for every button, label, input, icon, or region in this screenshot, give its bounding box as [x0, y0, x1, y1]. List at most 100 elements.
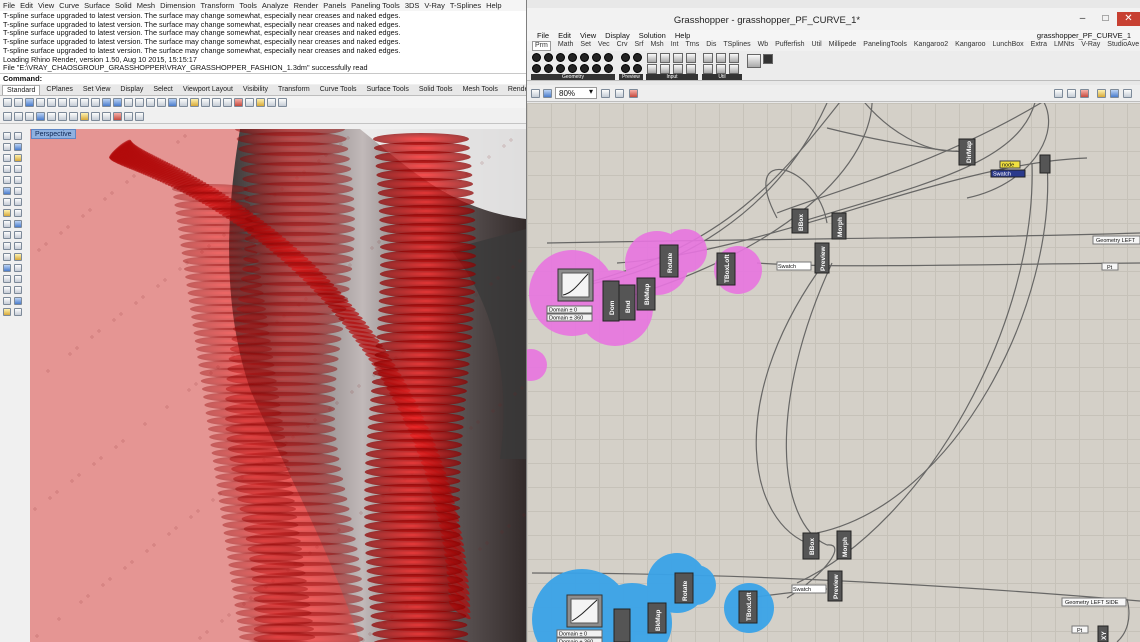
preview-wire-icon[interactable]: [1054, 89, 1063, 98]
preview-param-icon[interactable]: [633, 53, 642, 62]
help-icon[interactable]: [278, 97, 287, 107]
preview-param-icon[interactable]: [621, 64, 630, 73]
ellipse-icon[interactable]: [14, 165, 22, 173]
gh-tab-extra[interactable]: Extra: [1031, 41, 1047, 51]
layer-icon[interactable]: [245, 97, 254, 107]
shade-icon[interactable]: [201, 97, 210, 107]
gh-tab-kangaroo[interactable]: Kangaroo: [955, 41, 985, 51]
gh-tab-lmnts[interactable]: LMNts: [1054, 41, 1074, 51]
rhino-tab-render-to[interactable]: Render To: [504, 85, 526, 95]
param-icon[interactable]: [544, 64, 553, 73]
new-file-icon[interactable]: [3, 97, 12, 107]
data-dam-icon[interactable]: [716, 64, 726, 74]
paste-icon[interactable]: [80, 97, 89, 107]
material-icon[interactable]: [256, 97, 265, 107]
join-icon[interactable]: [3, 275, 11, 283]
vray-render-icon[interactable]: [113, 112, 122, 121]
gh-menu-item-edit[interactable]: Edit: [558, 31, 571, 40]
rhino-menu-item-view[interactable]: View: [38, 1, 54, 10]
rhino-tab-display[interactable]: Display: [116, 85, 147, 95]
perspective-viewport[interactable]: [30, 129, 526, 642]
gh-document-name[interactable]: grasshopper_PF_CURVE_1: [1037, 30, 1131, 41]
zoom-selected-icon[interactable]: [157, 97, 166, 107]
undo-icon[interactable]: [91, 97, 100, 107]
preview-param-icon[interactable]: [633, 64, 642, 73]
gh-tab-msh[interactable]: Msh: [650, 41, 663, 51]
gh-menu-item-help[interactable]: Help: [675, 31, 690, 40]
vray-frame-icon[interactable]: [135, 112, 144, 121]
rhino-tab-set-view[interactable]: Set View: [79, 85, 115, 95]
preview-shaded-icon[interactable]: [1067, 89, 1076, 98]
gh-tab-panelingtools[interactable]: PanelingTools: [863, 41, 907, 51]
history-icon[interactable]: [14, 112, 23, 121]
button-icon[interactable]: [686, 53, 696, 63]
param-icon[interactable]: [556, 64, 565, 73]
gh-tab-math[interactable]: Math: [558, 41, 574, 51]
rhino-tab-solid-tools[interactable]: Solid Tools: [415, 85, 457, 95]
gh-tab-prm[interactable]: Prm: [532, 41, 551, 51]
gh-canvas[interactable]: Dom Bnd BkMap Rotate TBoxLoft Preview BB…: [527, 103, 1140, 642]
record-icon[interactable]: [36, 112, 45, 121]
rhino-menu-item-dimension[interactable]: Dimension: [160, 1, 195, 10]
solid-icon[interactable]: [14, 198, 22, 206]
polyline-icon[interactable]: [14, 143, 22, 151]
rhino-menu-item-v-ray[interactable]: V-Ray: [424, 1, 444, 10]
rhino-menu-item-render[interactable]: Render: [294, 1, 319, 10]
rectangle-icon[interactable]: [3, 176, 11, 184]
cplane-icon[interactable]: [190, 97, 199, 107]
copy-icon[interactable]: [69, 97, 78, 107]
gh-tab-int[interactable]: Int: [671, 41, 679, 51]
zoom-icon[interactable]: [124, 97, 133, 107]
graph-mapper-icon[interactable]: [660, 64, 670, 74]
cluster-icon[interactable]: [716, 53, 726, 63]
zoom-window-icon[interactable]: [135, 97, 144, 107]
rhino-menu-item-solid[interactable]: Solid: [115, 1, 132, 10]
polygon-icon[interactable]: [14, 176, 22, 184]
rhino-tab-surface-tools[interactable]: Surface Tools: [363, 85, 413, 95]
chevron-down-icon[interactable]: ▾: [589, 87, 593, 96]
gh-tab-crv[interactable]: Crv: [617, 41, 628, 51]
rhino-menu-item-mesh[interactable]: Mesh: [137, 1, 155, 10]
save-icon[interactable]: [543, 89, 552, 98]
preview-selected-icon[interactable]: [1080, 89, 1089, 98]
gh-tab-lunchbox[interactable]: LunchBox: [993, 41, 1024, 51]
analyze-icon[interactable]: [14, 297, 22, 305]
toggle-icon[interactable]: [660, 53, 670, 63]
gh-tab-studioave[interactable]: StudioAve: [1107, 41, 1139, 51]
rhino-tab-cplanes[interactable]: CPlanes: [42, 85, 76, 95]
rhino-tab-mesh-tools[interactable]: Mesh Tools: [459, 85, 502, 95]
viewport-title[interactable]: Perspective: [31, 129, 76, 139]
gh-tab-pufferfish[interactable]: Pufferfish: [775, 41, 804, 51]
line-icon[interactable]: [3, 143, 11, 151]
rhino-menu-item-analyze[interactable]: Analyze: [262, 1, 289, 10]
rhino-menu-item-surface[interactable]: Surface: [84, 1, 110, 10]
rhino-tab-curve-tools[interactable]: Curve Tools: [316, 85, 361, 95]
knob-icon[interactable]: [647, 64, 657, 74]
trim-icon[interactable]: [3, 264, 11, 272]
gh-menu-item-view[interactable]: View: [580, 31, 596, 40]
explode-icon[interactable]: [14, 275, 22, 283]
param-icon[interactable]: [592, 64, 601, 73]
gh-menu-item-file[interactable]: File: [537, 31, 549, 40]
gh-tab-wb[interactable]: Wb: [758, 41, 769, 51]
pan-icon[interactable]: [102, 97, 111, 107]
param-icon[interactable]: [568, 64, 577, 73]
dimension-icon[interactable]: [14, 286, 22, 294]
sphere-icon[interactable]: [14, 209, 22, 217]
gh-tab-tsplines[interactable]: TSplines: [723, 41, 750, 51]
jump-icon[interactable]: [703, 64, 713, 74]
vray-icon[interactable]: [102, 112, 111, 121]
gumball-icon[interactable]: [3, 112, 12, 121]
zoom-extents-icon[interactable]: [146, 97, 155, 107]
param-icon[interactable]: [604, 53, 613, 62]
vray-options-icon[interactable]: [124, 112, 133, 121]
rhino-menu-item-t-splines[interactable]: T-Splines: [450, 1, 481, 10]
param-icon[interactable]: [544, 53, 553, 62]
minimize-icon[interactable]: –: [1071, 12, 1094, 26]
smarttrack-icon[interactable]: [47, 112, 56, 121]
arc-icon[interactable]: [3, 165, 11, 173]
mesh-icon[interactable]: [3, 220, 11, 228]
options-icon[interactable]: [267, 97, 276, 107]
point-icon[interactable]: [14, 132, 22, 140]
rhino-tab-standard[interactable]: Standard: [2, 85, 41, 95]
